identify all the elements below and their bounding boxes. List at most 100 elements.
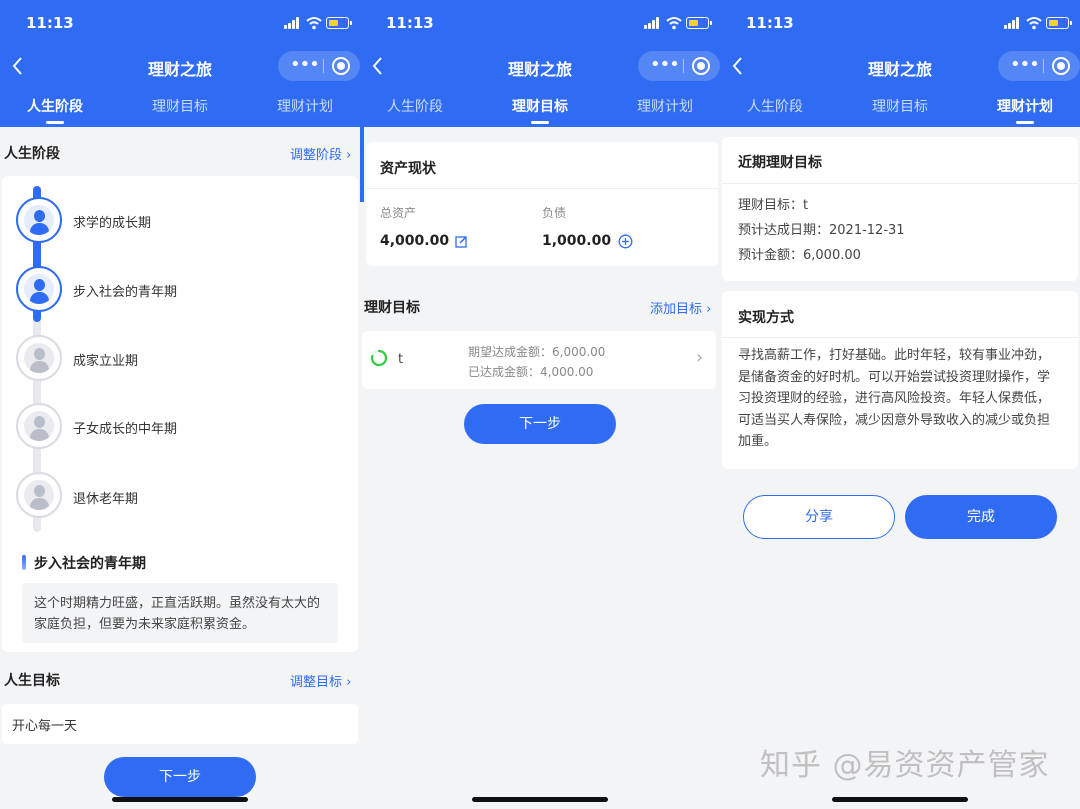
scroll-accent (360, 127, 364, 202)
stage-label-4[interactable]: 子女成长的中年期 (73, 418, 177, 437)
middle-age-avatar-icon[interactable] (16, 403, 62, 449)
battery-icon (326, 17, 352, 29)
tab-financial-plan[interactable]: 理财计划 (250, 96, 360, 116)
app-header: 11:13 理财之旅 ••• 人生阶段 理财目标 理财计划 (720, 0, 1080, 127)
adjust-goal-link[interactable]: 调整目标 › (290, 671, 351, 690)
method-text: 寻找高薪工作，打好基础。此时年轻，较有事业冲劲，是储备资金的好时机。可以开始尝试… (738, 348, 1051, 449)
stage-label-5[interactable]: 退休老年期 (73, 488, 138, 507)
family-avatar-icon[interactable] (16, 335, 62, 381)
life-goal-value: 开心每一天 (12, 719, 78, 734)
add-goal-link[interactable]: 添加目标 › (650, 298, 711, 317)
screen-financial-plan: 11:13 理财之旅 ••• 人生阶段 理财目标 理财计划 近期理财目标 理财目… (720, 0, 1080, 809)
more-icon[interactable]: ••• (650, 51, 680, 81)
young-adult-avatar-icon[interactable] (16, 266, 62, 312)
signal-icon (1004, 17, 1022, 29)
life-goal-title: 人生目标 (4, 673, 60, 689)
tab-life-stage[interactable]: 人生阶段 (720, 96, 830, 116)
stage-label-1[interactable]: 求学的成长期 (73, 212, 151, 231)
tab-financial-plan[interactable]: 理财计划 (610, 96, 720, 116)
wifi-icon (306, 17, 322, 30)
chevron-right-icon: › (706, 302, 712, 317)
achieved-amount: 已达成金额：4,000.00 (468, 365, 594, 379)
assets-card: 资产现状 总资产 4,000.00 负债 1,000.00 (366, 142, 718, 266)
stage-label-2[interactable]: 步入社会的青年期 (73, 281, 177, 300)
nav-bar: 理财之旅 ••• (360, 46, 720, 86)
expected-amount: 期望达成金额：6,000.00 (468, 345, 606, 359)
signal-icon (284, 17, 302, 29)
home-indicator (112, 797, 248, 802)
goal-list-item[interactable]: t 期望达成金额：6,000.00 已达成金额：4,000.00 › (362, 331, 716, 389)
watermark: 知乎 @易资资产管家 (760, 748, 1050, 783)
more-icon[interactable]: ••• (1010, 51, 1040, 81)
tab-financial-goal[interactable]: 理财目标 (845, 96, 955, 116)
battery-icon (686, 17, 712, 29)
tab-bar: 人生阶段 理财目标 理财计划 (720, 88, 1080, 126)
close-target-icon[interactable] (332, 57, 350, 75)
home-indicator (472, 797, 608, 802)
share-button[interactable]: 分享 (743, 495, 895, 539)
mini-program-capsule: ••• (278, 51, 360, 81)
life-stage-title: 人生阶段 (4, 146, 60, 162)
total-assets-value: 4,000.00 (380, 233, 450, 249)
nav-bar: 理财之旅 ••• (0, 46, 360, 86)
tab-financial-goal[interactable]: 理财目标 (125, 96, 235, 116)
amount-line: 预计金额：6,000.00 (738, 248, 861, 263)
goal-name: t (398, 352, 404, 367)
chevron-right-icon: › (696, 347, 704, 368)
tab-financial-goal[interactable]: 理财目标 (485, 96, 595, 124)
close-target-icon[interactable] (1052, 57, 1070, 75)
status-time: 11:13 (26, 14, 74, 32)
assets-title: 资产现状 (380, 161, 436, 177)
nav-bar: 理财之旅 ••• (720, 46, 1080, 86)
student-avatar-icon[interactable] (16, 197, 62, 243)
current-stage-description: 这个时期精力旺盛，正直活跃期。虽然没有太大的家庭负担，但要为未来家庭积累资金。 (22, 583, 338, 643)
battery-icon (1046, 17, 1072, 29)
adjust-stage-label: 调整阶段 (290, 148, 343, 163)
tab-life-stage[interactable]: 人生阶段 (0, 96, 110, 124)
retired-avatar-icon[interactable] (16, 472, 62, 518)
recent-goal-card: 近期理财目标 理财目标：t 预计达成日期：2021-12-31 预计金额：6,0… (722, 137, 1078, 281)
total-assets-label: 总资产 (380, 206, 417, 220)
status-time: 11:13 (746, 14, 794, 32)
done-button[interactable]: 完成 (905, 495, 1057, 539)
liabilities-label: 负债 (542, 206, 567, 220)
wifi-icon (1026, 17, 1042, 30)
status-bar: 11:13 (360, 0, 720, 46)
app-header: 11:13 理财之旅 ••• 人生阶段 理财目标 理财计划 (0, 0, 360, 127)
stage-label-3[interactable]: 成家立业期 (73, 350, 138, 369)
screen-financial-goal: 11:13 理财之旅 ••• 人生阶段 理财目标 理财计划 资产现状 总资产 4… (360, 0, 720, 809)
tab-life-stage[interactable]: 人生阶段 (360, 96, 470, 116)
chevron-right-icon: › (346, 675, 352, 690)
mini-program-capsule: ••• (638, 51, 720, 81)
chevron-right-icon: › (346, 148, 352, 163)
life-goal-field[interactable]: 开心每一天 (2, 704, 358, 744)
status-bar: 11:13 (720, 0, 1080, 46)
current-stage-title: 步入社会的青年期 (22, 553, 146, 573)
next-button[interactable]: 下一步 (104, 757, 256, 797)
more-icon[interactable]: ••• (290, 51, 320, 81)
mini-program-capsule: ••• (998, 51, 1080, 81)
goal-line: 理财目标：t (738, 198, 809, 213)
goals-title: 理财目标 (364, 300, 420, 316)
method-card: 实现方式 寻找高薪工作，打好基础。此时年轻，较有事业冲劲，是储备资金的好时机。可… (722, 291, 1078, 469)
status-bar: 11:13 (0, 0, 360, 46)
edit-icon[interactable] (455, 235, 468, 248)
tab-bar: 人生阶段 理财目标 理财计划 (0, 88, 360, 126)
adjust-goal-label: 调整目标 (290, 675, 343, 690)
home-indicator (832, 797, 968, 802)
tab-financial-plan[interactable]: 理财计划 (970, 96, 1080, 124)
adjust-stage-link[interactable]: 调整阶段 › (290, 144, 351, 163)
method-title: 实现方式 (738, 310, 794, 326)
close-target-icon[interactable] (692, 57, 710, 75)
recent-goal-title: 近期理财目标 (738, 155, 822, 171)
wifi-icon (666, 17, 682, 30)
screen-life-stage: 11:13 理财之旅 ••• 人生阶段 理财目标 理财计划 人生阶段 调整阶段 … (0, 0, 360, 809)
tab-bar: 人生阶段 理财目标 理财计划 (360, 88, 720, 126)
next-button[interactable]: 下一步 (464, 404, 616, 444)
app-header: 11:13 理财之旅 ••• 人生阶段 理财目标 理财计划 (360, 0, 720, 127)
signal-icon (644, 17, 662, 29)
add-circle-icon[interactable] (618, 234, 633, 249)
date-line: 预计达成日期：2021-12-31 (738, 223, 905, 238)
liabilities-value: 1,000.00 (542, 233, 612, 249)
status-time: 11:13 (386, 14, 434, 32)
